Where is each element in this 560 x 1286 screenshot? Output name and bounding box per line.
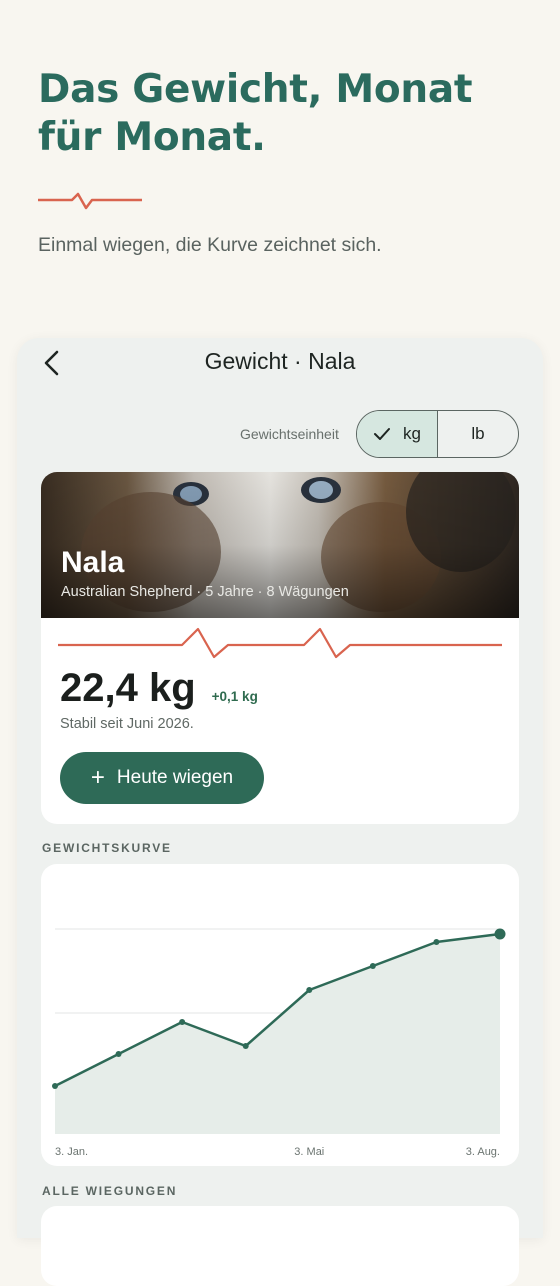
unit-option-kg[interactable]: kg <box>357 411 438 457</box>
weigh-today-button[interactable]: + Heute wiegen <box>60 752 264 804</box>
data-point[interactable] <box>52 1083 58 1089</box>
data-point[interactable] <box>115 1051 122 1057</box>
weight-chart-svg: 3. Jan. 3. Mai 3. Aug. <box>52 928 506 1158</box>
pet-meta: Australian Shepherd · 5 Jahre · 8 Wägung… <box>61 584 349 600</box>
weight-status: Stabil seit Juni 2026. <box>60 716 194 732</box>
x-tick-label: 3. Jan. <box>55 1146 88 1158</box>
pet-photo: Nala Australian Shepherd · 5 Jahre · 8 W… <box>41 472 519 618</box>
unit-option-lb-label: lb <box>471 424 485 443</box>
weigh-today-label: Heute wiegen <box>116 767 234 788</box>
data-point[interactable] <box>433 939 440 945</box>
pet-card: Nala Australian Shepherd · 5 Jahre · 8 W… <box>41 472 519 824</box>
app-screen: Gewicht · Nala Gewichtseinheit kg lb Nal… <box>17 338 543 1286</box>
data-point[interactable] <box>369 963 376 969</box>
weight-value: 22,4 kg <box>60 666 196 710</box>
hero-subtitle: Einmal wiegen, die Kurve zeichnet sich. <box>38 234 382 256</box>
page-title: Gewicht · Nala <box>204 348 356 374</box>
unit-label: Gewichtseinheit <box>240 426 339 442</box>
pet-name: Nala <box>61 546 125 579</box>
latest-data-point[interactable] <box>494 928 506 940</box>
unit-toggle: kg lb <box>356 410 519 458</box>
x-tick-label: 3. Aug. <box>466 1146 500 1158</box>
section-label-curve: GEWICHTSKURVE <box>42 841 172 855</box>
weighings-list <box>41 1206 519 1286</box>
current-weight: 22,4 kg +0,1 kg <box>60 666 258 711</box>
section-label-all: ALLE WIEGUNGEN <box>42 1184 178 1198</box>
pulse-divider-icon <box>38 192 142 210</box>
unit-option-kg-label: kg <box>403 424 421 443</box>
weight-chart: 3. Jan. 3. Mai 3. Aug. <box>41 864 519 1166</box>
heartbeat-line-icon <box>58 627 502 659</box>
plus-icon: + <box>90 764 105 791</box>
check-icon <box>374 428 391 440</box>
data-point[interactable] <box>306 987 313 993</box>
data-point[interactable] <box>242 1043 249 1049</box>
hero-title: Das Gewicht, Monat für Monat. <box>38 67 473 160</box>
weight-delta: +0,1 kg <box>211 689 258 704</box>
unit-option-lb[interactable]: lb <box>438 411 518 457</box>
nav-bar: Gewicht · Nala <box>17 338 543 386</box>
series-area <box>55 934 500 1134</box>
data-point[interactable] <box>179 1019 186 1025</box>
x-tick-label: 3. Mai <box>294 1146 324 1158</box>
